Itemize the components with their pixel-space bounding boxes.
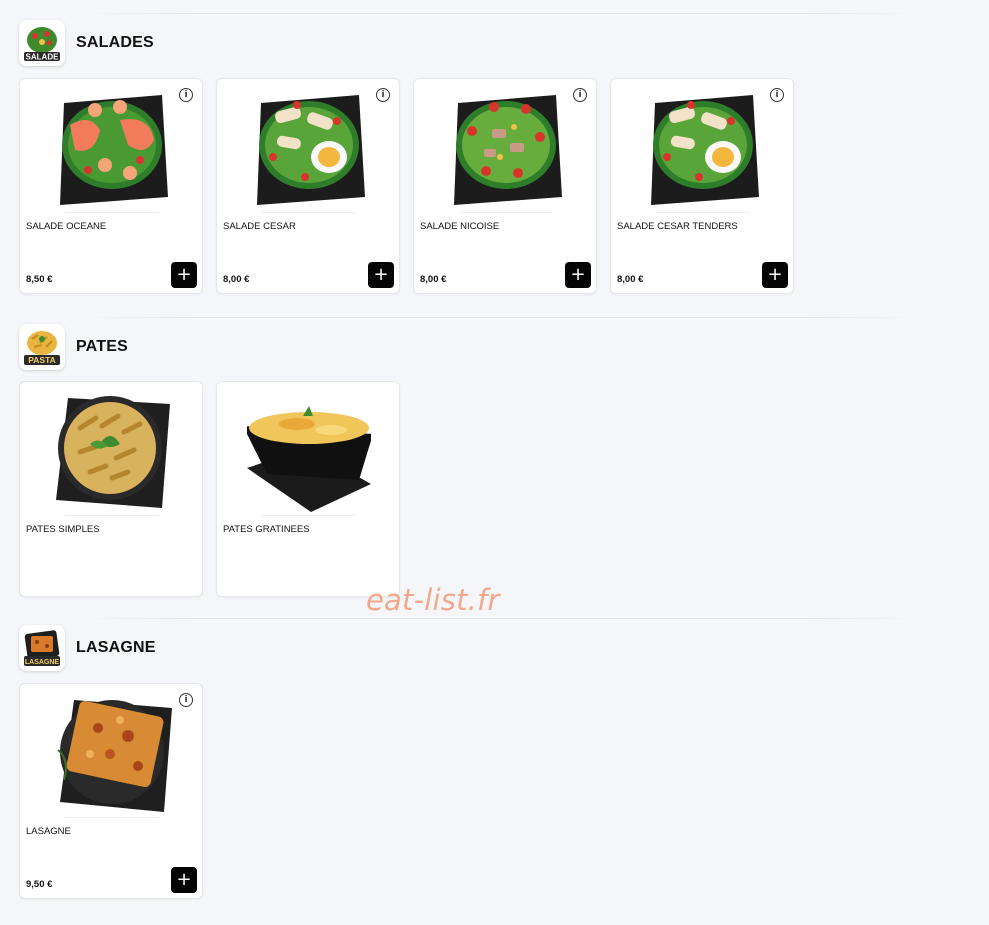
add-to-cart-button[interactable]: + bbox=[171, 262, 197, 288]
product-card-salade-cesar-tenders[interactable]: i SALADE CESAR TENDERS 8,00 € + bbox=[610, 78, 794, 294]
product-name: SALADE OCEANE bbox=[26, 221, 107, 232]
product-card-salade-nicoise[interactable]: i SALADE NICOISE 8,00 € + bbox=[413, 78, 597, 294]
penne-pasta-image bbox=[56, 396, 170, 508]
nicoise-salad-image bbox=[454, 95, 562, 205]
section-header-pates: PASTA PATES bbox=[19, 324, 128, 370]
add-to-cart-button[interactable]: + bbox=[565, 262, 591, 288]
svg-text:LASAGNE: LASAGNE bbox=[25, 659, 60, 666]
product-card-salade-cesar[interactable]: i SALADE CESAR 8,00 € + bbox=[216, 78, 400, 294]
info-icon[interactable]: i bbox=[179, 693, 193, 707]
section-divider bbox=[80, 13, 920, 14]
caesar-tenders-salad-image bbox=[651, 95, 759, 205]
caesar-salad-image bbox=[257, 95, 365, 205]
info-icon[interactable]: i bbox=[573, 88, 587, 102]
add-to-cart-button[interactable]: + bbox=[171, 867, 197, 893]
product-card-salade-oceane[interactable]: i SALADE OCEANE 8,50 € + bbox=[19, 78, 203, 294]
watermark: eat-list.fr bbox=[366, 583, 500, 617]
svg-text:PASTA: PASTA bbox=[28, 355, 56, 365]
pasta-icon: PASTA bbox=[19, 324, 65, 370]
section-title: LASAGNE bbox=[76, 639, 156, 656]
image-separator bbox=[65, 212, 159, 213]
info-icon[interactable]: i bbox=[179, 88, 193, 102]
svg-text:SALADE: SALADE bbox=[26, 53, 60, 62]
add-to-cart-button[interactable]: + bbox=[368, 262, 394, 288]
section-title: SALADES bbox=[76, 34, 154, 51]
product-name: SALADE NICOISE bbox=[420, 221, 500, 232]
info-icon[interactable]: i bbox=[770, 88, 784, 102]
image-separator bbox=[656, 212, 750, 213]
section-divider bbox=[80, 317, 920, 318]
section-title: PATES bbox=[76, 338, 128, 355]
image-separator bbox=[262, 212, 356, 213]
lasagne-icon: LASAGNE bbox=[19, 625, 65, 671]
product-name: SALADE CESAR TENDERS bbox=[617, 221, 738, 232]
section-divider bbox=[80, 618, 920, 619]
section-header-salades: SALADE SALADES bbox=[19, 20, 154, 66]
product-card-pates-gratinees[interactable]: PATES GRATINEES bbox=[216, 381, 400, 597]
info-icon[interactable]: i bbox=[376, 88, 390, 102]
product-name: PATES SIMPLES bbox=[26, 524, 100, 535]
product-name: SALADE CESAR bbox=[223, 221, 296, 232]
add-to-cart-button[interactable]: + bbox=[762, 262, 788, 288]
image-separator bbox=[262, 515, 356, 516]
product-price: 8,00 € bbox=[617, 274, 644, 285]
image-separator bbox=[65, 515, 159, 516]
product-card-pates-simples[interactable]: PATES SIMPLES bbox=[19, 381, 203, 597]
product-name: PATES GRATINEES bbox=[223, 524, 310, 535]
product-name: LASAGNE bbox=[26, 826, 71, 837]
product-price: 8,50 € bbox=[26, 274, 53, 285]
product-card-lasagne[interactable]: i LASAGNE 9,50 € + bbox=[19, 683, 203, 899]
gratin-pasta-tray-image bbox=[247, 406, 371, 512]
image-separator bbox=[65, 817, 159, 818]
salad-icon: SALADE bbox=[19, 20, 65, 66]
image-separator bbox=[459, 212, 553, 213]
product-price: 8,00 € bbox=[223, 274, 250, 285]
salmon-shrimp-salad-image bbox=[60, 95, 168, 205]
product-price: 8,00 € bbox=[420, 274, 447, 285]
lasagne-plate-image bbox=[57, 700, 172, 812]
section-header-lasagne: LASAGNE LASAGNE bbox=[19, 625, 156, 671]
product-price: 9,50 € bbox=[26, 879, 53, 890]
